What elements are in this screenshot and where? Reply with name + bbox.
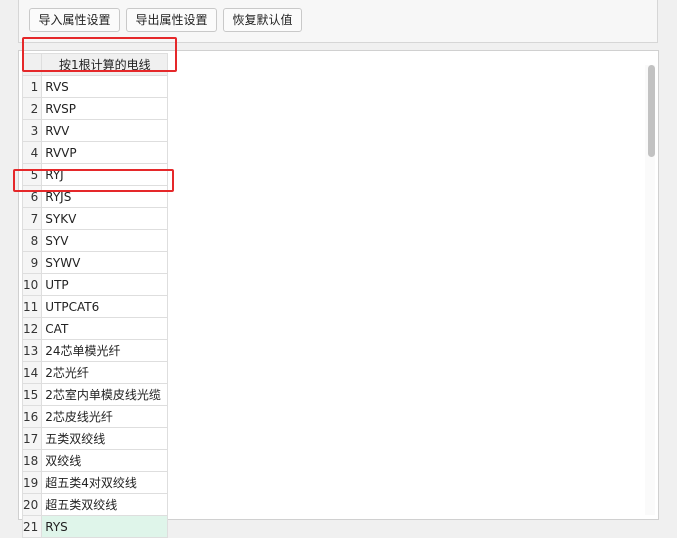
row-number[interactable]: 5 <box>21 163 43 186</box>
table-row[interactable]: 16 2芯皮线光纤 <box>21 405 169 428</box>
wire-type-cell[interactable]: RVV <box>41 119 169 142</box>
table-row[interactable]: 12 CAT <box>21 317 169 340</box>
wire-type-cell[interactable]: RVVP <box>41 141 169 164</box>
wire-type-cell[interactable]: SYV <box>41 229 169 252</box>
table-row[interactable]: 5 RYJ <box>21 163 169 186</box>
table-row[interactable]: 17 五类双绞线 <box>21 427 169 450</box>
wire-grid-panel: 按1根计算的电线 1 RVS 2 RVSP 3 RVV 4 RVVP 5 RYJ 6 RYJS 7 SYK… <box>18 50 659 538</box>
wire-type-cell[interactable]: CAT <box>41 317 169 340</box>
table-row[interactable]: 18 双绞线 <box>21 449 169 472</box>
row-number[interactable]: 6 <box>21 185 43 208</box>
table-row[interactable]: 1 RVS <box>21 75 169 98</box>
window-right-edge <box>660 0 677 507</box>
wire-type-cell[interactable]: RYJ <box>41 163 169 186</box>
table-row[interactable]: 3 RVV <box>21 119 169 142</box>
row-number[interactable]: 16 <box>21 405 43 428</box>
wire-type-cell[interactable]: 2芯室内单模皮线光缆 <box>41 383 169 406</box>
row-number[interactable]: 17 <box>21 427 43 450</box>
row-number[interactable]: 7 <box>21 207 43 230</box>
reset-defaults-button[interactable]: 恢复默认值 <box>223 8 302 32</box>
export-settings-button[interactable]: 导出属性设置 <box>126 8 217 32</box>
row-number[interactable]: 3 <box>21 119 43 142</box>
grid-corner-header[interactable] <box>21 53 43 76</box>
wire-type-cell[interactable]: RYJS <box>41 185 169 208</box>
table-row[interactable]: 15 2芯室内单模皮线光缆 <box>21 383 169 406</box>
wire-type-cell[interactable]: 超五类4对双绞线 <box>41 471 169 494</box>
row-number[interactable]: 11 <box>21 295 43 318</box>
row-number[interactable]: 8 <box>21 229 43 252</box>
wire-type-cell[interactable]: UTP <box>41 273 169 296</box>
wire-type-cell[interactable]: 2芯光纤 <box>41 361 169 384</box>
toolbar-panel: 导入属性设置 导出属性设置 恢复默认值 <box>18 0 658 43</box>
row-number[interactable]: 13 <box>21 339 43 362</box>
row-number[interactable]: 2 <box>21 97 43 120</box>
table-row[interactable]: 13 24芯单模光纤 <box>21 339 169 362</box>
wire-type-cell[interactable]: SYKV <box>41 207 169 230</box>
wire-type-cell[interactable]: SYWV <box>41 251 169 274</box>
wire-type-cell[interactable]: 五类双绞线 <box>41 427 169 450</box>
row-number[interactable]: 12 <box>21 317 43 340</box>
table-row[interactable]: 14 2芯光纤 <box>21 361 169 384</box>
table-row[interactable]: 19 超五类4对双绞线 <box>21 471 169 494</box>
row-number[interactable]: 15 <box>21 383 43 406</box>
row-number[interactable]: 19 <box>21 471 43 494</box>
row-number[interactable]: 1 <box>21 75 43 98</box>
import-settings-button[interactable]: 导入属性设置 <box>29 8 120 32</box>
wire-table: 按1根计算的电线 1 RVS 2 RVSP 3 RVV 4 RVVP 5 RYJ 6 RYJS 7 SYK… <box>21 53 169 538</box>
vertical-scrollbar-thumb[interactable] <box>648 65 655 157</box>
row-number[interactable]: 20 <box>21 493 43 516</box>
row-number[interactable]: 21 <box>21 515 43 538</box>
wire-type-cell[interactable]: UTPCAT6 <box>41 295 169 318</box>
wire-table-body: 1 RVS 2 RVSP 3 RVV 4 RVVP 5 RYJ 6 RYJS 7 SYKV 8 SYV 9 SYW… <box>21 75 169 538</box>
row-number[interactable]: 14 <box>21 361 43 384</box>
wire-type-cell[interactable]: RYS <box>41 515 169 538</box>
table-row[interactable]: 21 RYS <box>21 515 169 538</box>
row-number[interactable]: 9 <box>21 251 43 274</box>
wire-type-cell[interactable]: RVSP <box>41 97 169 120</box>
wire-type-cell[interactable]: 2芯皮线光纤 <box>41 405 169 428</box>
row-number[interactable]: 10 <box>21 273 43 296</box>
table-row[interactable]: 2 RVSP <box>21 97 169 120</box>
table-row[interactable]: 8 SYV <box>21 229 169 252</box>
row-number[interactable]: 18 <box>21 449 43 472</box>
wire-type-cell[interactable]: 双绞线 <box>41 449 169 472</box>
wire-type-cell[interactable]: RVS <box>41 75 169 98</box>
window-left-edge <box>0 0 10 507</box>
table-row[interactable]: 10 UTP <box>21 273 169 296</box>
table-row[interactable]: 4 RVVP <box>21 141 169 164</box>
table-row[interactable]: 20 超五类双绞线 <box>21 493 169 516</box>
column-header-single-wire[interactable]: 按1根计算的电线 <box>41 53 169 76</box>
row-number[interactable]: 4 <box>21 141 43 164</box>
wire-type-cell[interactable]: 24芯单模光纤 <box>41 339 169 362</box>
table-row[interactable]: 7 SYKV <box>21 207 169 230</box>
table-row[interactable]: 6 RYJS <box>21 185 169 208</box>
wire-type-cell[interactable]: 超五类双绞线 <box>41 493 169 516</box>
table-row[interactable]: 11 UTPCAT6 <box>21 295 169 318</box>
table-row[interactable]: 9 SYWV <box>21 251 169 274</box>
